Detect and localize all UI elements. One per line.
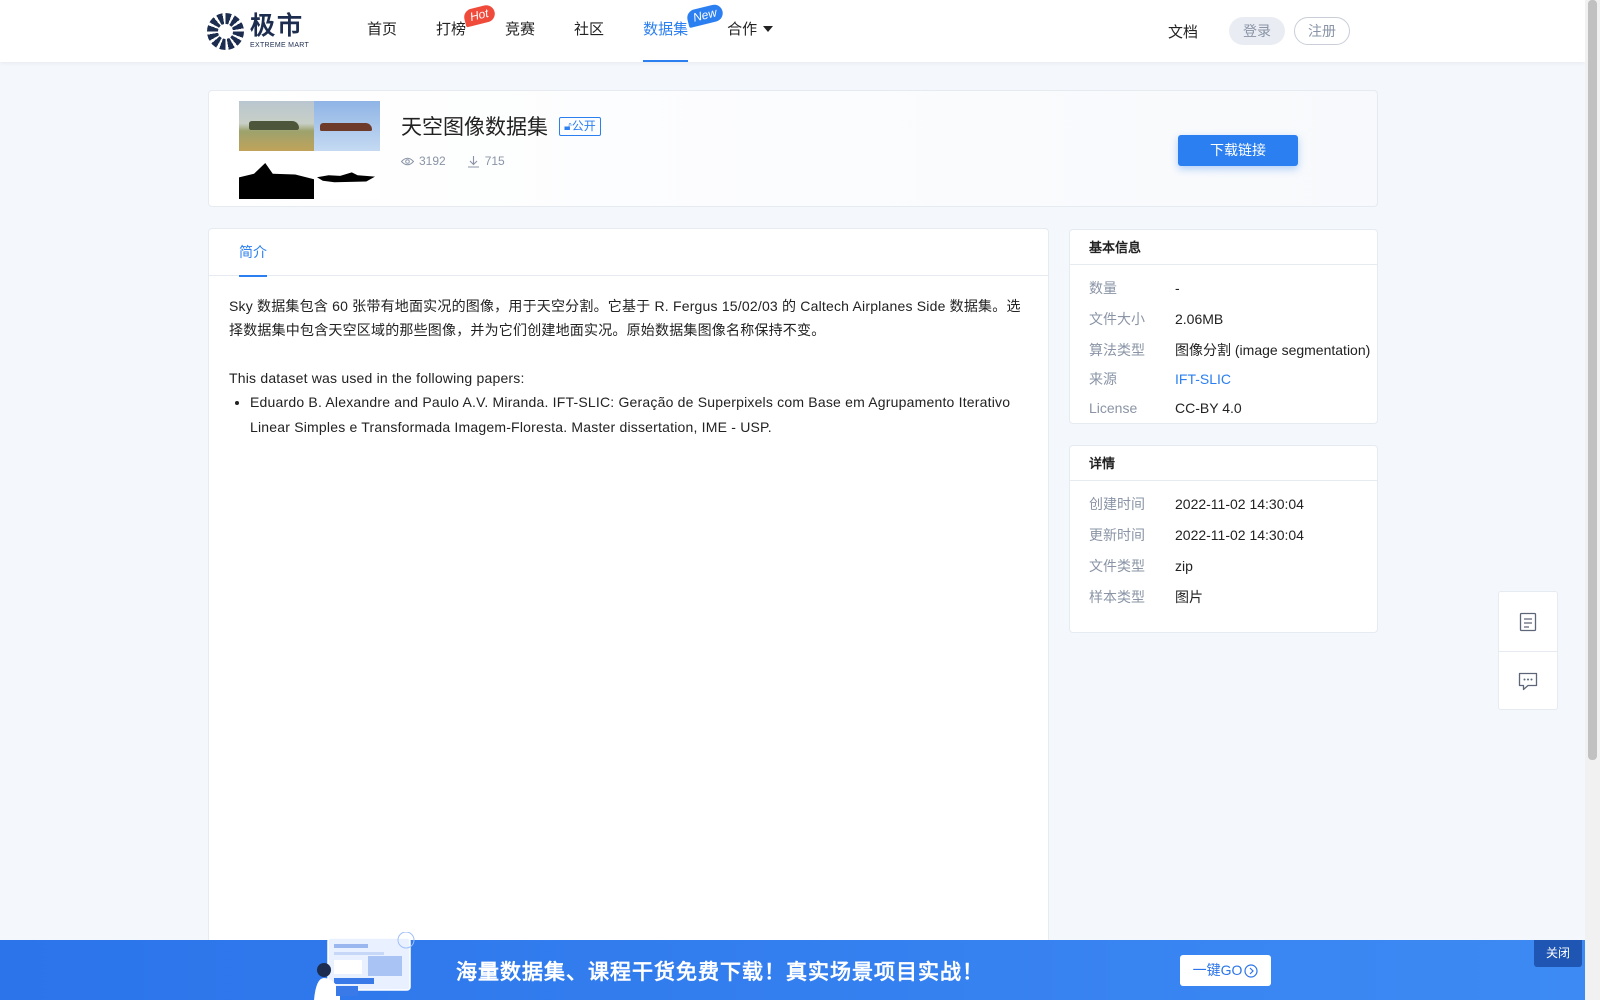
details-title: 详情 [1070, 446, 1377, 481]
thumbnail-mask-1 [239, 151, 314, 199]
thumbnail-airplane-photo-1 [239, 101, 314, 151]
register-button[interactable]: 注册 [1294, 17, 1350, 45]
content-tabs: 简介 [209, 229, 1048, 277]
nav-item-home[interactable]: 首页 [367, 0, 397, 62]
banner-illustration-icon [314, 932, 415, 1000]
source-link[interactable]: IFT-SLIC [1175, 371, 1231, 387]
logo-name-en: EXTREME MART [250, 42, 310, 49]
view-count: 3192 [419, 154, 446, 168]
new-badge: New [685, 2, 725, 29]
document-icon [1519, 612, 1537, 631]
description-card: 简介 Sky 数据集包含 60 张带有地面实况的图像，用于天空分割。它基于 R.… [208, 228, 1049, 1000]
detail-row: 文件类型 zip [1089, 557, 1193, 574]
banner-go-button[interactable]: 一键GO [1180, 955, 1271, 986]
unlock-icon: 🔓︎ [564, 118, 572, 133]
top-header: 极市 EXTREME MART 首页 打榜 Hot 竞赛 社区 数据集 New … [0, 0, 1585, 62]
main-nav: 首页 打榜 Hot 竞赛 社区 数据集 New 合作 [367, 0, 812, 62]
hot-badge: Hot [462, 3, 497, 28]
info-row: 文件大小 2.06MB [1089, 310, 1224, 327]
papers-intro: This dataset was used in the following p… [229, 370, 525, 386]
nav-item-leaderboard[interactable]: 打榜 Hot [436, 0, 497, 62]
info-row: 算法类型 图像分割 (image segmentation) [1089, 341, 1371, 358]
list-item: Eduardo B. Alexandre and Paulo A.V. Mira… [250, 390, 1028, 440]
dataset-stats: 3192 715 [401, 154, 526, 168]
description-body: Sky 数据集包含 60 张带有地面实况的图像，用于天空分割。它基于 R. Fe… [209, 276, 1048, 440]
logo[interactable]: 极市 EXTREME MART [207, 13, 309, 50]
scrollbar-thumb[interactable] [1588, 0, 1597, 760]
logo-mark-icon [207, 13, 244, 50]
feedback-button[interactable] [1499, 651, 1557, 710]
header-actions: 文档 登录 注册 [1168, 17, 1350, 45]
nav-item-competition[interactable]: 竞赛 [505, 0, 535, 62]
download-count: 715 [484, 154, 505, 168]
chevron-down-icon [763, 26, 774, 32]
docs-link[interactable]: 文档 [1168, 21, 1198, 42]
basic-info-title: 基本信息 [1070, 230, 1377, 265]
dataset-header-card: 天空图像数据集 🔓︎公开 3192 715 下载链接 [208, 90, 1378, 207]
papers-list: Eduardo B. Alexandre and Paulo A.V. Mira… [229, 390, 1028, 440]
thumbnail-mask-2 [314, 151, 380, 199]
document-button[interactable] [1499, 592, 1557, 651]
details-card: 详情 创建时间 2022-11-02 14:30:04 更新时间 2022-11… [1069, 445, 1378, 633]
detail-row: 创建时间 2022-11-02 14:30:04 [1089, 495, 1304, 512]
dataset-thumbnail [239, 101, 380, 199]
page-scrollbar[interactable] [1585, 0, 1600, 1000]
login-button[interactable]: 登录 [1229, 17, 1285, 45]
logo-name-cn: 极市 [250, 12, 305, 40]
dataset-title: 天空图像数据集 [401, 115, 548, 139]
tab-intro[interactable]: 简介 [239, 229, 267, 277]
download-link-button[interactable]: 下载链接 [1178, 135, 1298, 166]
info-row: 数量 - [1089, 279, 1180, 296]
info-row: License CC-BY 4.0 [1089, 399, 1242, 416]
basic-info-card: 基本信息 数量 - 文件大小 2.06MB 算法类型 图像分割 (image s… [1069, 229, 1378, 424]
nav-item-datasets[interactable]: 数据集 New [643, 0, 725, 62]
arrow-circle-icon [1244, 964, 1258, 978]
chat-icon [1518, 672, 1538, 690]
eye-icon [401, 157, 414, 165]
visibility-badge: 🔓︎公开 [559, 116, 601, 136]
description-paragraph: Sky 数据集包含 60 张带有地面实况的图像，用于天空分割。它基于 R. Fe… [229, 298, 1021, 338]
detail-row: 更新时间 2022-11-02 14:30:04 [1089, 526, 1304, 543]
nav-item-cooperation[interactable]: 合作 [727, 0, 774, 62]
nav-item-community[interactable]: 社区 [574, 0, 604, 62]
detail-row: 样本类型 图片 [1089, 588, 1203, 605]
floating-toolbar [1498, 591, 1558, 710]
download-icon [467, 155, 479, 168]
thumbnail-airplane-photo-2 [314, 101, 380, 151]
banner-headline: 海量数据集、课程干货免费下载！真实场景项目实战！ [456, 959, 984, 984]
info-row: 来源 IFT-SLIC [1089, 371, 1232, 387]
promo-banner: 海量数据集、课程干货免费下载！真实场景项目实战！ 一键GO 关闭 [0, 932, 1585, 1000]
banner-close-button[interactable]: 关闭 [1534, 940, 1582, 967]
